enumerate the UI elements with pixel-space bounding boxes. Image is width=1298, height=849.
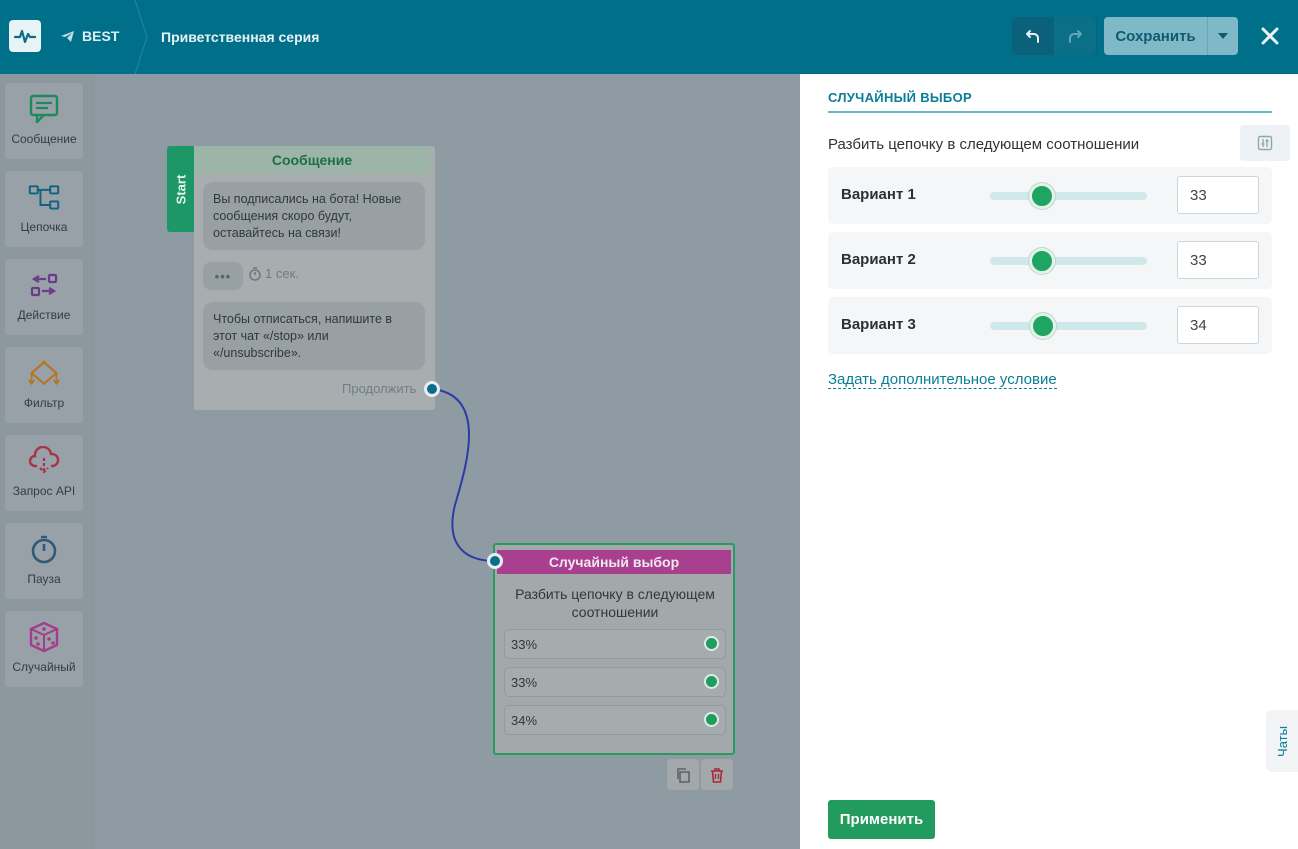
properties-panel: СЛУЧАЙНЫЙ ВЫБОР Разбить цепочку в следую… — [800, 74, 1298, 849]
random-node[interactable]: Случайный выбор Разбить цепочку в следую… — [493, 543, 735, 755]
message-bubble[interactable]: Чтобы отписаться, напишите в этот чат «/… — [203, 302, 425, 370]
random-node-title: Случайный выбор — [497, 550, 731, 574]
output-port[interactable] — [424, 381, 440, 397]
variant-label: Вариант 2 — [841, 251, 916, 268]
stopwatch-icon — [249, 266, 261, 281]
save-menu-button[interactable] — [1207, 17, 1238, 55]
panel-subtitle: Разбить цепочку в следующем соотношении — [828, 136, 1140, 153]
continue-label: Продолжить — [342, 381, 417, 396]
branch-port[interactable] — [704, 674, 719, 689]
sliders-icon — [1257, 135, 1273, 151]
close-button[interactable] — [1257, 22, 1283, 50]
branch-port[interactable] — [704, 712, 719, 727]
delay-indicator: 1 сек. — [249, 266, 299, 281]
start-badge: Start — [167, 146, 195, 232]
variant-slider-thumb[interactable] — [1030, 313, 1057, 339]
branch-port[interactable] — [704, 636, 719, 651]
copy-node-button[interactable] — [667, 759, 699, 790]
random-node-description: Разбить цепочку в следующем соотношении — [515, 586, 715, 620]
branch-percent: 33% — [511, 636, 538, 652]
branch-percent: 33% — [511, 674, 538, 690]
typing-indicator: ••• — [203, 262, 243, 290]
variant-card: Вариант 3 34 — [828, 297, 1272, 354]
panel-title: СЛУЧАЙНЫЙ ВЫБОР — [828, 90, 972, 105]
variant-label: Вариант 1 — [841, 186, 916, 203]
redo-button[interactable] — [1054, 17, 1096, 55]
add-condition-link[interactable]: Задать дополнительное условие — [828, 371, 1057, 389]
caret-down-icon — [1218, 33, 1228, 39]
variant-slider-track[interactable] — [990, 257, 1147, 265]
random-branch-row[interactable]: 34% — [504, 705, 726, 735]
sliders-settings-button[interactable] — [1240, 125, 1290, 161]
delete-node-button[interactable] — [701, 759, 733, 790]
variant-slider-thumb[interactable] — [1028, 248, 1055, 274]
undo-redo-group — [1012, 17, 1097, 55]
message-node[interactable]: Сообщение Вы подписались на бота! Новые … — [194, 146, 435, 410]
redo-icon — [1067, 28, 1083, 44]
delay-text: 1 сек. — [265, 266, 299, 281]
input-port[interactable] — [487, 553, 503, 569]
save-group: Сохранить — [1104, 17, 1238, 55]
apply-button[interactable]: Применить — [828, 800, 935, 839]
variant-card: Вариант 1 33 — [828, 167, 1272, 224]
variant-slider-thumb[interactable] — [1028, 183, 1055, 209]
variant-label: Вариант 3 — [841, 316, 916, 333]
chats-label: Чаты — [1274, 725, 1290, 757]
variant-value-input[interactable]: 33 — [1177, 176, 1259, 214]
variant-slider-track[interactable] — [990, 322, 1147, 330]
copy-icon — [675, 767, 691, 783]
variant-value-input[interactable]: 34 — [1177, 306, 1259, 344]
random-branch-row[interactable]: 33% — [504, 667, 726, 697]
panel-title-underline — [828, 111, 1272, 113]
message-bubble[interactable]: Вы подписались на бота! Новые сообщения … — [203, 182, 425, 250]
branch-percent: 34% — [511, 712, 538, 728]
variant-slider-track[interactable] — [990, 192, 1147, 200]
start-label: Start — [173, 174, 189, 204]
close-icon — [1261, 27, 1279, 45]
variant-value-input[interactable]: 33 — [1177, 241, 1259, 279]
chats-tab[interactable]: Чаты — [1266, 710, 1298, 772]
trash-icon — [709, 767, 725, 783]
save-button[interactable]: Сохранить — [1104, 17, 1207, 55]
message-node-title: Сообщение — [194, 146, 430, 174]
undo-button[interactable] — [1012, 17, 1054, 55]
random-branch-row[interactable]: 33% — [504, 629, 726, 659]
undo-icon — [1025, 28, 1041, 44]
variant-card: Вариант 2 33 — [828, 232, 1272, 289]
